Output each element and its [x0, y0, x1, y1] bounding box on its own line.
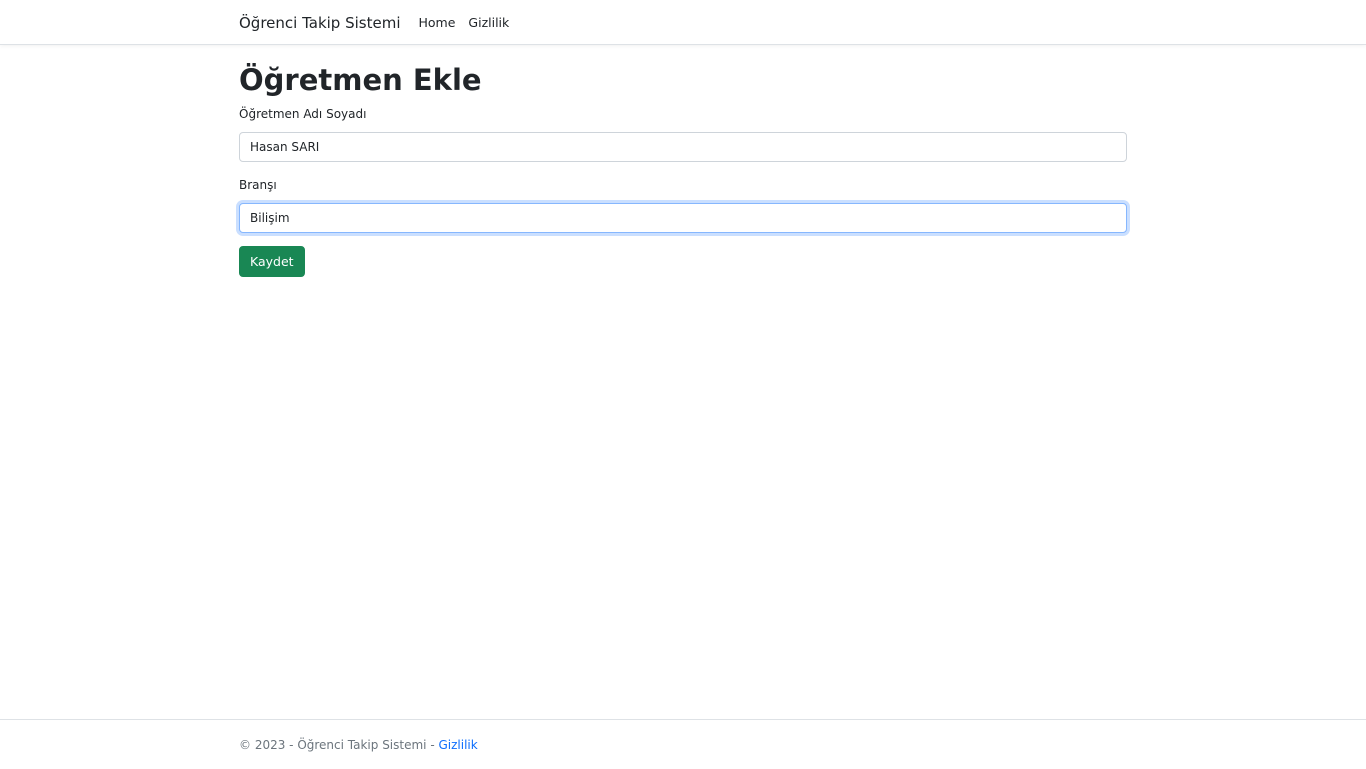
main-content: Öğretmen Ekle Öğretmen Adı Soyadı Branşı… — [239, 58, 1127, 277]
branch-field-group: Branşı — [239, 177, 1127, 233]
branch-field-label: Branşı — [239, 178, 277, 192]
top-navbar: Öğrenci Takip Sistemi Home Gizlilik — [0, 0, 1366, 45]
teacher-name-input[interactable] — [239, 132, 1127, 162]
footer-container: © 2023 - Öğrenci Takip Sistemi - Gizlili… — [239, 720, 1127, 769]
teacher-form: Öğretmen Adı Soyadı Branşı Kaydet — [239, 106, 1127, 277]
nav-link-home[interactable]: Home — [419, 15, 456, 30]
save-button[interactable]: Kaydet — [239, 246, 305, 277]
branch-input[interactable] — [239, 203, 1127, 233]
name-field-label: Öğretmen Adı Soyadı — [239, 107, 367, 121]
navbar-brand[interactable]: Öğrenci Takip Sistemi — [239, 14, 401, 32]
navbar-container: Öğrenci Takip Sistemi Home Gizlilik — [239, 0, 1127, 45]
page-title: Öğretmen Ekle — [239, 63, 482, 97]
footer-copyright: © 2023 - Öğrenci Takip Sistemi - — [239, 737, 435, 752]
footer-link-gizlilik[interactable]: Gizlilik — [438, 738, 477, 752]
name-field-group: Öğretmen Adı Soyadı — [239, 106, 1127, 162]
nav-link-gizlilik[interactable]: Gizlilik — [468, 15, 509, 30]
page-footer: © 2023 - Öğrenci Takip Sistemi - Gizlili… — [0, 719, 1366, 768]
